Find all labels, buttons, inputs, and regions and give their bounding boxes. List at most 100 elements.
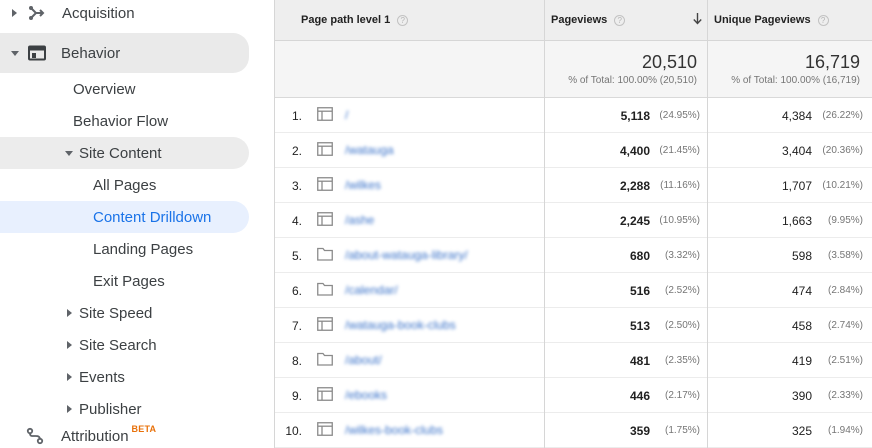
header-dimension[interactable]: Page path level 1 ?: [274, 0, 545, 41]
nav-item-attribution[interactable]: Attribution BETA: [0, 420, 262, 448]
folder-icon[interactable]: [317, 352, 333, 371]
sidebar-nav: Acquisition Behavior Overview Behavior F…: [0, 0, 262, 448]
table-icon[interactable]: [317, 422, 333, 441]
table-icon[interactable]: [317, 317, 333, 336]
totals-row: 20,510 % of Total: 100.00% (20,510) 16,7…: [274, 41, 872, 98]
row-pageviews: 359: [629, 424, 650, 438]
help-icon[interactable]: ?: [397, 14, 409, 26]
caret-down-icon[interactable]: [11, 50, 19, 56]
nav-item-events[interactable]: Events: [67, 361, 125, 393]
acquisition-icon: [27, 4, 45, 22]
total-unique-pageviews: 16,719 % of Total: 100.00% (16,719): [709, 41, 860, 86]
row-unique-pageviews: 1,663: [781, 214, 812, 228]
behavior-icon: [28, 45, 46, 61]
row-index: 10.: [285, 424, 302, 438]
row-page-path-link[interactable]: /about/: [345, 353, 382, 367]
row-page-path-link[interactable]: /ashe: [345, 213, 374, 227]
column-divider: [707, 0, 708, 448]
table-icon[interactable]: [317, 177, 333, 196]
row-unique-pageviews-pct: (2.74%): [827, 320, 863, 331]
row-index: 1.: [291, 109, 302, 123]
nav-label-acquisition: Acquisition: [62, 4, 135, 22]
caret-right-icon[interactable]: [67, 373, 72, 381]
nav-item-behavior-flow[interactable]: Behavior Flow: [73, 105, 168, 137]
nav-item-landing-pages[interactable]: Landing Pages: [93, 233, 193, 265]
caret-right-icon[interactable]: [67, 309, 72, 317]
folder-icon[interactable]: [317, 247, 333, 266]
nav-item-all-pages[interactable]: All Pages: [93, 169, 156, 201]
nav-item-content-drilldown[interactable]: Content Drilldown: [0, 201, 249, 233]
row-page-path-link[interactable]: /about-watauga-library/: [345, 248, 468, 262]
row-page-path-link[interactable]: /watauga-book-clubs: [345, 318, 456, 332]
row-index: 6.: [291, 284, 302, 298]
row-pageviews-pct: (2.35%): [664, 355, 700, 366]
beta-badge: BETA: [131, 424, 157, 434]
row-page-path-link[interactable]: /ebooks: [345, 388, 387, 402]
folder-icon[interactable]: [317, 282, 333, 301]
column-divider: [274, 0, 275, 448]
caret-right-icon[interactable]: [67, 405, 72, 413]
row-pageviews-pct: (2.17%): [664, 390, 700, 401]
caret-down-icon[interactable]: [65, 150, 73, 156]
nav-item-exit-pages[interactable]: Exit Pages: [93, 265, 165, 297]
help-icon[interactable]: ?: [817, 14, 829, 26]
row-page-path-link[interactable]: /wilkes: [345, 178, 381, 192]
attribution-icon: [26, 427, 44, 445]
nav-label-exit-pages: Exit Pages: [93, 272, 165, 290]
row-pageviews-pct: (2.50%): [664, 320, 700, 331]
nav-item-overview[interactable]: Overview: [73, 73, 136, 105]
nav-label-site-search: Site Search: [79, 336, 157, 354]
column-divider: [544, 0, 545, 448]
nav-item-site-content[interactable]: Site Content: [0, 137, 249, 169]
row-pageviews: 2,245: [619, 214, 650, 228]
row-index: 8.: [291, 354, 302, 368]
table-row: 10. /wilkes-book-clubs 359 (1.75%) 325 (1.94%…: [274, 413, 872, 448]
table-icon[interactable]: [317, 107, 333, 126]
row-unique-pageviews: 1,707: [781, 179, 812, 193]
table-row: 7. /watauga-book-clubs 513 (2.50%) 458 (2.74%…: [274, 308, 872, 343]
nav-label-publisher: Publisher: [79, 400, 142, 418]
nav-label-content-drilldown: Content Drilldown: [93, 208, 212, 226]
row-unique-pageviews: 474: [791, 284, 812, 298]
row-pageviews-pct: (11.16%): [660, 180, 700, 191]
nav-label-behavior-flow: Behavior Flow: [73, 112, 169, 130]
row-pageviews-pct: (21.45%): [659, 145, 700, 156]
table-row: 6. /calendar/516 (2.52%) 474 (2.84%): [274, 273, 872, 308]
row-index: 2.: [291, 144, 302, 158]
table-row: 4. /ashe 2,245 (10.95%) 1,663 (9.95%): [274, 203, 872, 238]
nav-item-behavior[interactable]: Behavior: [0, 33, 249, 73]
nav-item-site-speed[interactable]: Site Speed: [67, 297, 152, 329]
row-pageviews-pct: (2.52%): [664, 285, 700, 296]
help-icon[interactable]: ?: [614, 14, 626, 26]
row-page-path-link[interactable]: /calendar/: [345, 283, 398, 297]
table-icon[interactable]: [317, 142, 333, 161]
table-icon[interactable]: [317, 212, 333, 231]
row-page-path-link[interactable]: /watauga: [345, 143, 394, 157]
caret-right-icon[interactable]: [12, 9, 17, 17]
header-pageviews-label: Pageviews: [551, 14, 608, 26]
row-page-path-link[interactable]: /: [345, 108, 348, 122]
row-page-path-link[interactable]: /wilkes-book-clubs: [345, 423, 443, 437]
nav-label-attribution: Attribution: [61, 427, 129, 445]
caret-right-icon[interactable]: [67, 341, 72, 349]
row-unique-pageviews-pct: (26.22%): [822, 110, 863, 121]
row-pageviews: 4,400: [619, 144, 650, 158]
row-index: 9.: [291, 389, 302, 403]
row-pageviews: 446: [629, 389, 650, 403]
row-unique-pageviews-pct: (2.51%): [827, 355, 863, 366]
header-unique-pageviews[interactable]: Unique Pageviews ?: [708, 0, 872, 41]
total-pageviews-value: 20,510: [641, 52, 697, 72]
nav-item-site-search[interactable]: Site Search: [67, 329, 157, 361]
row-unique-pageviews: 325: [791, 424, 812, 438]
nav-item-acquisition[interactable]: Acquisition: [0, 0, 262, 29]
row-index: 7.: [291, 319, 302, 333]
header-pageviews[interactable]: Pageviews ?: [545, 0, 708, 41]
table-icon[interactable]: [317, 387, 333, 406]
table-row: 8. /about/481 (2.35%) 419 (2.51%): [274, 343, 872, 378]
row-unique-pageviews-pct: (1.94%): [827, 425, 863, 436]
row-unique-pageviews: 4,384: [781, 109, 812, 123]
total-unique-pageviews-pct: % of Total: 100.00% (16,719): [731, 75, 860, 86]
table-row: 5. /about-watauga-library/680 (3.32%) 598 (3…: [274, 238, 872, 273]
sort-descending-icon[interactable]: [693, 12, 702, 28]
table-row: 2. /watauga 4,400 (21.45%) 3,404 (20.36%): [274, 133, 872, 168]
